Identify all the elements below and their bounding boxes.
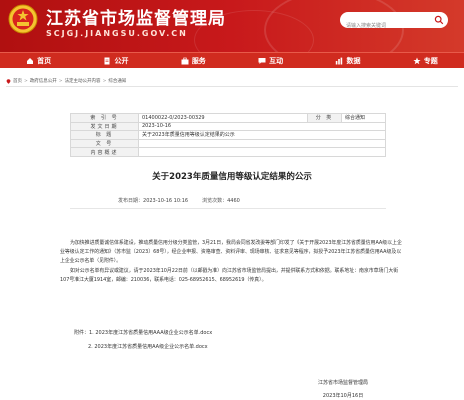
docno-value — [138, 138, 386, 149]
document-meta-table: 索 引 号 01400022-0/2023-00329 分 类 综合通知 发文日… — [70, 113, 386, 157]
nav-item-label: 首页 — [37, 56, 52, 65]
document-icon — [104, 57, 110, 64]
publish-date-label: 发布日期： — [118, 198, 144, 204]
index-label: 索 引 号 — [70, 113, 139, 123]
attachment-link-aa[interactable]: 2. 2023年度江苏省质量信用AA级企业公示名单.docx — [74, 340, 212, 354]
nav-item-label: 专题 — [423, 56, 438, 65]
date-label: 发文日期 — [70, 121, 139, 132]
briefcase-icon — [181, 57, 189, 64]
publish-date-value: 2023-10-16 10:16 — [143, 198, 189, 204]
table-row: 文 号 — [70, 138, 386, 149]
nav-item-data[interactable]: 数据 — [309, 53, 386, 68]
signature-block: 江苏省市场监督管理局 2023年10月16日 — [318, 377, 368, 400]
nav-item-topics[interactable]: 专题 — [387, 53, 464, 68]
signature-date: 2023年10月16日 — [322, 393, 364, 399]
site-header: 江苏省市场监督管理局 SCJGJ.JIANGSU.GOV.CN — [0, 0, 464, 52]
signature-org: 江苏省市场监督管理局 — [318, 380, 369, 386]
divider — [6, 86, 458, 87]
chat-icon — [258, 57, 266, 64]
index-value: 01400022-0/2023-00329 — [138, 113, 308, 123]
article-body: 为加快推进质量诚信体系建设，推动质量信用分级分类监管，3月21日，我局会同省发改… — [60, 239, 406, 285]
nav-item-label: 公开 — [114, 56, 129, 65]
views-value: 4460 — [227, 198, 240, 204]
star-icon — [413, 57, 421, 64]
title-value: 关于2023年质量信用等级认定结果的公示 — [138, 130, 386, 140]
nav-item-interaction[interactable]: 互动 — [232, 53, 309, 68]
attachments: 附件：1. 2023年度江苏省质量信用AAA级企业公示名单.docx 2. 20… — [74, 326, 212, 354]
category-value: 综合通知 — [341, 113, 386, 123]
summary-value — [138, 147, 386, 157]
breadcrumb: 首页 > 政府信息公开 > 法定主动公开内容 > 综合通知 — [6, 78, 126, 84]
nav-item-label: 数据 — [346, 56, 361, 65]
main-nav: 首页 公开 服务 互动 数据 专题 — [0, 52, 464, 68]
docno-label: 文 号 — [70, 138, 139, 149]
nav-item-service[interactable]: 服务 — [155, 53, 232, 68]
nav-item-home[interactable]: 首页 — [0, 53, 77, 68]
home-icon — [27, 57, 34, 64]
breadcrumb-gov-info[interactable]: 政府信息公开 — [30, 78, 57, 84]
body-paragraph: 如对公示名单有异议或建议，请于2023年10月22日前（以邮戳为准）向江苏省市场… — [60, 267, 399, 283]
breadcrumb-notice[interactable]: 综合通知 — [108, 78, 126, 84]
nav-item-public[interactable]: 公开 — [77, 53, 154, 68]
date-value: 2023-10-16 — [138, 121, 386, 132]
search-input[interactable] — [340, 18, 430, 34]
views-label: 浏览次数： — [202, 198, 228, 204]
summary-label: 内容概述 — [70, 147, 139, 157]
table-row: 内容概述 — [70, 147, 386, 157]
breadcrumb-separator: > — [102, 78, 107, 84]
site-title[interactable]: 江苏省市场监督管理局 — [46, 4, 226, 29]
table-row: 发文日期 2023-10-16 — [70, 121, 386, 132]
breadcrumb-home[interactable]: 首页 — [13, 78, 22, 84]
nav-item-label: 服务 — [191, 56, 206, 65]
attachment-link-aaa[interactable]: 附件：1. 2023年度江苏省质量信用AAA级企业公示名单.docx — [74, 326, 212, 340]
category-label: 分 类 — [307, 113, 342, 123]
divider — [70, 208, 386, 209]
breadcrumb-separator: > — [58, 78, 63, 84]
article-title: 关于2023年质量信用等级认定结果的公示 — [152, 172, 312, 182]
search-icon[interactable] — [434, 15, 444, 25]
site-domain: SCJGJ.JIANGSU.GOV.CN — [46, 29, 188, 38]
table-row: 标 题 关于2023年质量信用等级认定结果的公示 — [70, 130, 386, 140]
search-box — [340, 12, 448, 34]
nav-item-label: 互动 — [269, 56, 284, 65]
breadcrumb-separator: > — [24, 78, 28, 84]
chart-icon — [336, 57, 343, 64]
publish-info: 发布日期：2023-10-16 10:16 浏览次数：4460 — [118, 197, 240, 204]
table-row: 索 引 号 01400022-0/2023-00329 分 类 综合通知 — [70, 113, 386, 123]
breadcrumb-statutory[interactable]: 法定主动公开内容 — [65, 78, 101, 84]
location-icon — [6, 78, 11, 84]
national-emblem-icon[interactable] — [8, 4, 38, 34]
body-paragraph: 为加快推进质量诚信体系建设，推动质量信用分级分类监管，3月21日，我局会同省发改… — [60, 240, 402, 265]
title-label: 标 题 — [70, 130, 139, 140]
